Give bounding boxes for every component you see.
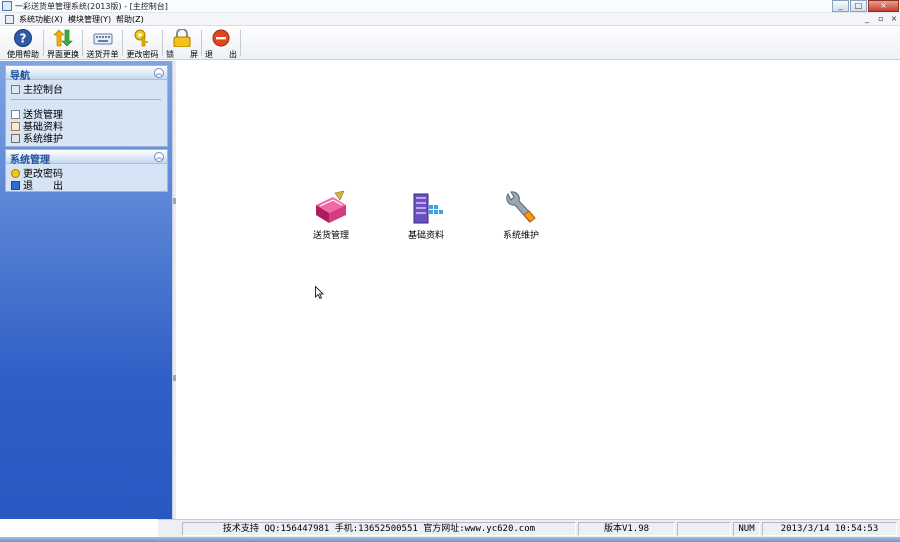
numlock-indicator: NUM: [733, 522, 760, 536]
change-password-button[interactable]: 更改密码: [124, 28, 161, 59]
sidebar-item-delivery[interactable]: 送货管理: [11, 106, 63, 121]
toolbar-separator: [240, 30, 241, 56]
menu-bar: 系统功能(X) 模块管理(Y) 帮助(Z) _ ▫ ×: [0, 13, 900, 26]
sidebar-item-exit[interactable]: 退 出: [11, 177, 63, 192]
nav-panel-header[interactable]: 导航 ︽: [6, 66, 167, 82]
window-title: 一彩送货单管理系统(2013版) - [主控制台]: [15, 2, 168, 11]
mouse-cursor-icon: [315, 286, 324, 299]
module-label: 送货管理: [312, 231, 349, 241]
menu-system-functions[interactable]: 系统功能(X): [19, 14, 63, 25]
module-label: 系统维护: [502, 231, 539, 241]
delivery-book-icon: [316, 191, 346, 223]
mdi-restore-button[interactable]: ▫: [876, 14, 886, 23]
collapse-icon[interactable]: ︽: [154, 68, 164, 78]
app-icon: [2, 1, 12, 11]
title-bar: 一彩送货单管理系统(2013版) - [主控制台] _ □ ×: [0, 0, 900, 13]
system-panel: 系统管理 ︽ 更改密码 退 出: [5, 149, 168, 192]
system-panel-header[interactable]: 系统管理 ︽: [6, 150, 167, 166]
toolbar-separator: [122, 30, 123, 56]
module-basic-data[interactable]: 基础资料: [391, 191, 461, 241]
module-delivery-management[interactable]: 送货管理: [296, 191, 366, 241]
toolbar: ? 使用帮助 界面更换 送货开单 更改密码 锁 屏 退 出: [0, 26, 900, 60]
tools-icon: [11, 134, 20, 143]
system-panel-title: 系统管理: [10, 155, 50, 166]
exit-icon: [212, 29, 230, 47]
console-icon: [11, 85, 20, 94]
module-label: 基础资料: [407, 231, 444, 241]
menu-help[interactable]: 帮助(Z): [116, 14, 144, 25]
lock-screen-button[interactable]: 锁 屏: [164, 28, 200, 59]
mdi-minimize-button[interactable]: _: [862, 14, 872, 23]
status-bar: 技术支持 QQ:156447981 手机:13652500551 官方网址:ww…: [158, 519, 900, 537]
collapse-icon[interactable]: ︽: [154, 152, 164, 162]
exit-button[interactable]: 退 出: [203, 28, 239, 59]
divider: [11, 99, 161, 100]
nav-panel: 导航 ︽ 主控制台 送货管理 基础资料 系统维护: [5, 65, 168, 147]
close-button[interactable]: ×: [868, 0, 899, 12]
sidebar: 导航 ︽ 主控制台 送货管理 基础资料 系统维护 系统管理 ︽ 更改密码 退 出: [0, 61, 172, 519]
toolbar-separator: [201, 30, 202, 56]
support-info: 技术支持 QQ:156447981 手机:13652500551 官方网址:ww…: [182, 522, 576, 536]
skin-switch-icon: [53, 29, 73, 47]
key-icon: [134, 29, 148, 47]
empty-status-pane: [677, 522, 731, 536]
toolbar-separator: [43, 30, 44, 56]
skin-switch-button[interactable]: 界面更换: [45, 28, 81, 59]
database-server-icon: [413, 193, 443, 224]
sidebar-item-basic-data[interactable]: 基础资料: [11, 118, 63, 133]
nav-panel-title: 导航: [10, 71, 30, 82]
taskbar: [0, 537, 900, 542]
mdi-close-button[interactable]: ×: [889, 14, 899, 23]
lock-icon: [173, 29, 191, 47]
version-label: 版本V1.98: [578, 522, 675, 536]
toolbar-separator: [162, 30, 163, 56]
help-button[interactable]: ? 使用帮助: [4, 28, 42, 59]
svg-text:?: ?: [20, 32, 27, 46]
sidebar-item-main-console[interactable]: 主控制台: [11, 81, 63, 96]
sidebar-item-system-maintenance[interactable]: 系统维护: [11, 130, 63, 145]
mdi-document-icon: [5, 15, 14, 24]
help-icon: ?: [14, 29, 32, 47]
main-console: 送货管理 基础资料 系统维护: [176, 61, 900, 519]
sidebar-item-change-password[interactable]: 更改密码: [11, 165, 63, 180]
module-system-maintenance[interactable]: 系统维护: [486, 191, 556, 241]
exit-door-icon: [11, 181, 20, 190]
datetime-label: 2013/3/14 10:54:53: [762, 522, 897, 536]
delivery-order-button[interactable]: 送货开单: [84, 28, 121, 59]
keyboard-icon: [93, 33, 112, 45]
menu-module-management[interactable]: 模块管理(Y): [68, 14, 111, 25]
toolbar-separator: [82, 30, 83, 56]
minimize-button[interactable]: _: [832, 0, 849, 12]
wrench-icon: [506, 191, 536, 223]
maximize-button[interactable]: □: [850, 0, 867, 12]
